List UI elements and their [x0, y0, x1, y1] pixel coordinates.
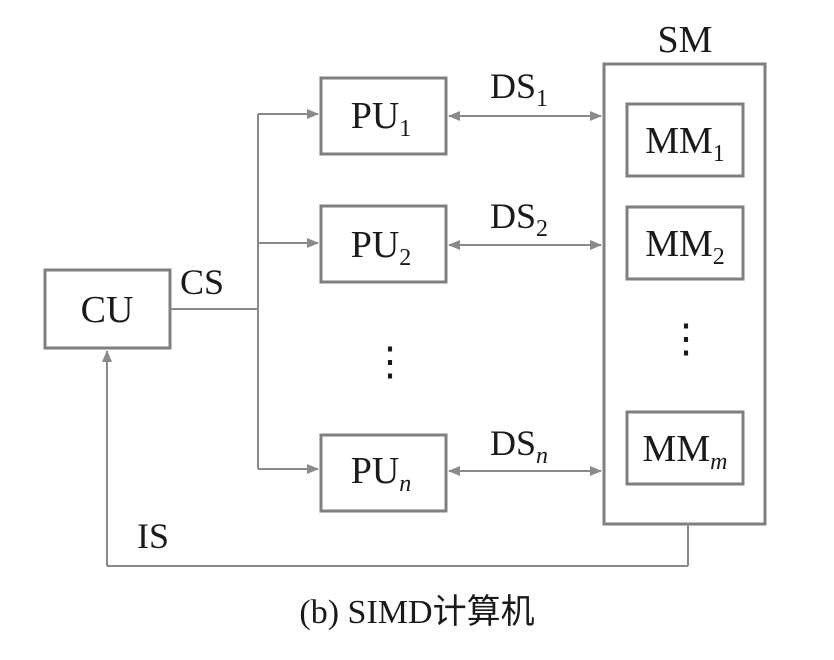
mm2-subscript: 2	[713, 244, 725, 270]
ds-links	[448, 111, 602, 476]
simd-diagram: CU PU1 PU2 PUn SM MM1 MM2 MMm CS DS1 DS2…	[0, 0, 834, 660]
is-label: IS	[137, 516, 169, 556]
ds2-subscript: 2	[536, 216, 548, 242]
ds2-label: DS2	[490, 196, 548, 242]
pu-ellipsis: ⋮	[370, 339, 410, 384]
mmm-subscript: m	[710, 449, 727, 475]
cu-label: CU	[81, 289, 134, 331]
diagram-caption: (b) SIMD计算机	[299, 593, 534, 631]
pu1-subscript: 1	[399, 116, 411, 142]
dsn-label: DSn	[490, 423, 548, 469]
mm1-subscript: 1	[713, 141, 725, 167]
cs-label: CS	[180, 262, 224, 302]
ds1-subscript: 1	[536, 86, 548, 112]
ds1-label: DS1	[490, 66, 548, 112]
dsn-subscript: n	[536, 443, 548, 469]
pun-subscript: n	[399, 471, 411, 497]
diagram-svg: CU PU1 PU2 PUn SM MM1 MM2 MMm CS DS1 DS2…	[43, 19, 767, 631]
pu2-subscript: 2	[399, 245, 411, 271]
mm-ellipsis: ⋮	[666, 316, 706, 361]
sm-label: SM	[658, 19, 713, 61]
